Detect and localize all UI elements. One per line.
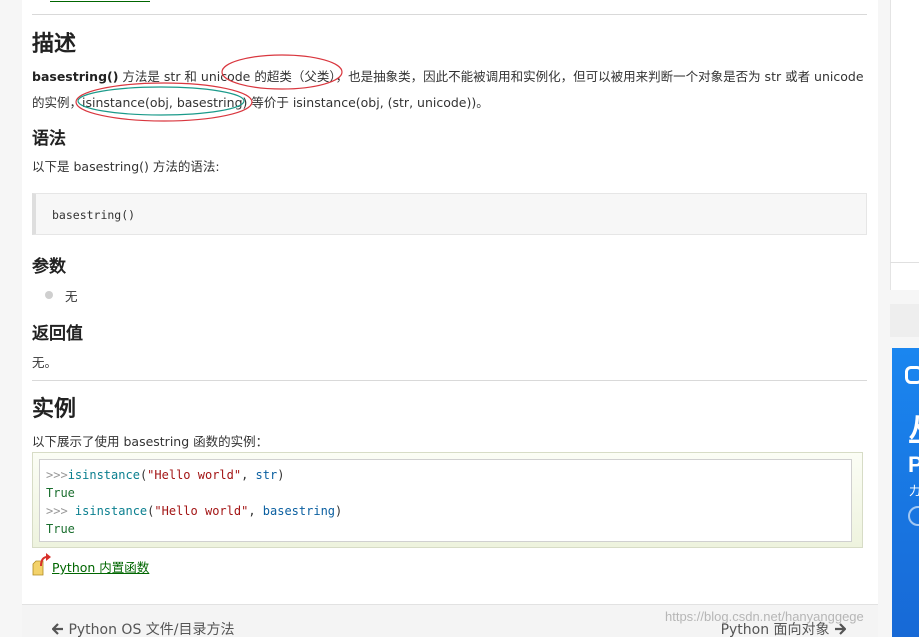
returns-heading: 返回值 bbox=[32, 324, 83, 344]
returns-text: 无。 bbox=[32, 355, 58, 370]
code-line-1: >>>isinstance("Hello world", str) bbox=[46, 466, 851, 484]
previous-link-fragment[interactable] bbox=[50, 0, 150, 2]
description-line-1-text: 方法是 str 和 unicode 的超类（父类），也是抽象类，因此不能被调用和… bbox=[118, 69, 864, 84]
code-string: "Hello world" bbox=[147, 468, 242, 482]
ad-headline-glyph: 丛 bbox=[908, 406, 919, 450]
sidebar-header bbox=[890, 304, 919, 337]
code-argument: str bbox=[255, 468, 278, 482]
prev-article-link[interactable]: Python OS 文件/目录方法 bbox=[51, 619, 235, 637]
params-item: 无 bbox=[65, 289, 78, 304]
ad-subtitle-glyph: 力 bbox=[909, 484, 919, 498]
example-code: >>>isinstance("Hello world", str) True >… bbox=[39, 459, 852, 542]
code-string: "Hello world" bbox=[154, 504, 249, 518]
code-separator: , bbox=[241, 468, 256, 482]
ad-button-icon bbox=[908, 506, 919, 526]
sidebar-panel bbox=[890, 0, 919, 290]
sidebar-ad-banner[interactable]: 丛 P 力 bbox=[892, 348, 919, 637]
syntax-heading: 语法 bbox=[32, 129, 66, 149]
code-separator: , bbox=[248, 504, 263, 518]
code-paren-close: ) bbox=[335, 504, 343, 518]
description-line-2: 的实例，isinstance(obj, basestring) 等价于 isin… bbox=[32, 95, 489, 110]
arrow-left-icon bbox=[51, 623, 63, 635]
code-prompt: >>> bbox=[46, 504, 75, 518]
example-intro: 以下展示了使用 basestring 函数的实例： bbox=[32, 434, 269, 449]
ad-title-glyph: P bbox=[908, 452, 919, 477]
divider-example bbox=[32, 380, 867, 381]
example-heading: 实例 bbox=[32, 397, 77, 422]
code-function: isinstance bbox=[67, 468, 140, 482]
sidebar-divider bbox=[890, 262, 919, 263]
description-heading: 描述 bbox=[32, 32, 77, 57]
prev-article-label: Python OS 文件/目录方法 bbox=[68, 622, 235, 637]
code-argument: basestring bbox=[262, 504, 336, 518]
back-to-builtins-link[interactable]: Python 内置函数 bbox=[32, 552, 149, 578]
code-function: isinstance bbox=[74, 504, 148, 518]
description-line-1: basestring() 方法是 str 和 unicode 的超类（父类），也… bbox=[32, 66, 864, 85]
code-prompt: >>> bbox=[46, 468, 68, 482]
next-article-label: Python 面向对象 bbox=[720, 622, 830, 637]
bullet-icon bbox=[45, 291, 53, 299]
arrow-right-icon bbox=[835, 623, 847, 635]
code-paren-close: ) bbox=[277, 468, 285, 482]
watermark: https://blog.csdn.net/hanyanggege bbox=[665, 609, 864, 624]
basestring-bold: basestring() bbox=[32, 69, 119, 84]
code-output-2: True bbox=[46, 522, 75, 536]
syntax-code-block: basestring() bbox=[32, 193, 867, 235]
params-heading: 参数 bbox=[32, 257, 66, 277]
code-output-1: True bbox=[46, 486, 75, 500]
syntax-intro: 以下是 basestring() 方法的语法: bbox=[32, 159, 220, 174]
example-code-box: >>>isinstance("Hello world", str) True >… bbox=[32, 452, 863, 548]
up-arrow-folder-icon bbox=[32, 552, 52, 576]
ad-logo-icon bbox=[905, 366, 919, 384]
divider-top bbox=[32, 14, 867, 15]
back-link-label: Python 内置函数 bbox=[52, 560, 150, 575]
code-line-2: >>> isinstance("Hello world", basestring… bbox=[46, 502, 851, 520]
